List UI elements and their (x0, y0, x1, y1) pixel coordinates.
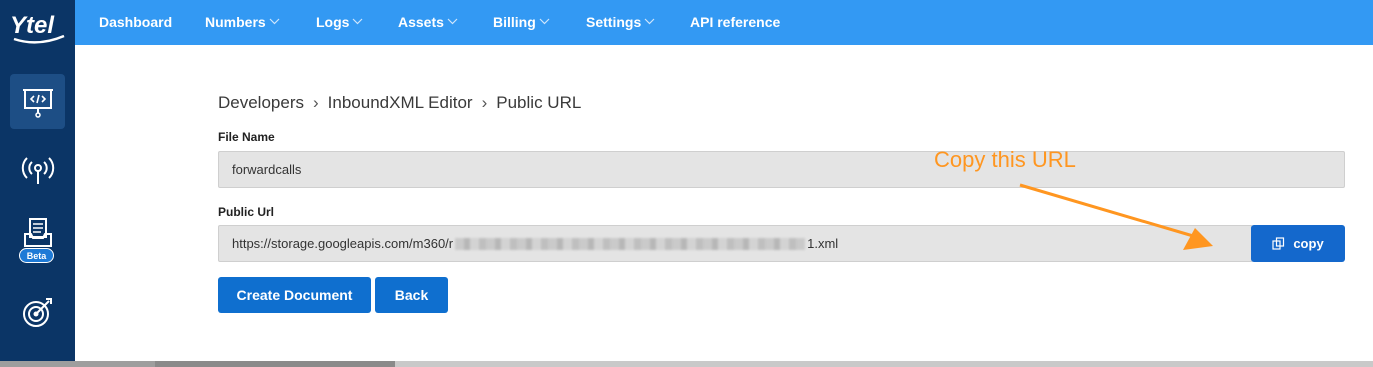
nav-billing-label: Billing (493, 14, 536, 30)
create-document-button[interactable]: Create Document (218, 277, 371, 313)
file-name-field[interactable]: forwardcalls (218, 151, 1345, 188)
broadcast-icon (21, 156, 54, 184)
chevron-down-icon (353, 18, 363, 25)
top-navigation: Dashboard Numbers Logs Assets Billing Se… (75, 0, 1373, 45)
nav-dashboard-label: Dashboard (99, 14, 173, 30)
create-document-label: Create Document (236, 287, 353, 303)
copy-icon (1272, 237, 1285, 250)
sidebar: Ytel Beta (0, 0, 75, 361)
beta-badge: Beta (19, 248, 54, 263)
nav-logs-label: Logs (316, 14, 350, 30)
back-button[interactable]: Back (375, 277, 448, 313)
file-name-value: forwardcalls (232, 162, 302, 177)
chevron-down-icon (539, 18, 550, 25)
copy-button-label: copy (1293, 236, 1324, 251)
public-url-field[interactable]: https://storage.googleapis.com/m360/r 1.x… (218, 225, 1253, 262)
file-name-label: File Name (218, 130, 275, 144)
ytel-logo[interactable]: Ytel (8, 6, 68, 46)
back-label: Back (394, 287, 429, 303)
nav-api-reference[interactable]: API reference (690, 0, 780, 45)
target-icon (22, 297, 52, 327)
nav-logs[interactable]: Logs (316, 0, 363, 45)
sidebar-item-campaigns[interactable] (10, 284, 65, 339)
breadcrumb-inboundxml-editor[interactable]: InboundXML Editor (328, 93, 473, 113)
nav-settings[interactable]: Settings (586, 0, 655, 45)
nav-numbers-label: Numbers (205, 14, 266, 30)
breadcrumb-separator: › (313, 93, 319, 112)
nav-assets-label: Assets (398, 14, 444, 30)
public-url-label: Public Url (218, 205, 275, 219)
inbox-document-icon (23, 217, 52, 247)
nav-dashboard[interactable]: Dashboard (99, 0, 172, 45)
copy-button[interactable]: copy (1251, 225, 1345, 262)
nav-assets[interactable]: Assets (398, 0, 458, 45)
breadcrumb-separator: › (481, 93, 488, 112)
chevron-down-icon (644, 18, 655, 25)
breadcrumb-public-url: Public URL (496, 93, 582, 112)
nav-api-reference-label: API reference (690, 14, 781, 30)
nav-billing[interactable]: Billing (493, 0, 550, 45)
sidebar-item-numbers[interactable] (10, 143, 65, 198)
breadcrumb-developers[interactable]: Developers (218, 93, 304, 113)
annotation-text: Copy this URL (934, 147, 1076, 172)
logo-text: Ytel (10, 12, 55, 39)
breadcrumb: Developers › InboundXML Editor › Public URL (218, 93, 581, 113)
nav-settings-label: Settings (586, 14, 642, 30)
public-url-suffix: 1.xml (807, 236, 839, 251)
window-bottom-edge (0, 361, 1373, 367)
chevron-down-icon (269, 18, 280, 25)
sidebar-item-developers[interactable] (10, 74, 65, 129)
chevron-down-icon (447, 18, 458, 25)
public-url-prefix: https://storage.googleapis.com/m360/r (232, 236, 454, 251)
redacted-url-segment (455, 237, 806, 250)
code-presentation-icon (22, 88, 53, 118)
nav-numbers[interactable]: Numbers (205, 0, 280, 45)
